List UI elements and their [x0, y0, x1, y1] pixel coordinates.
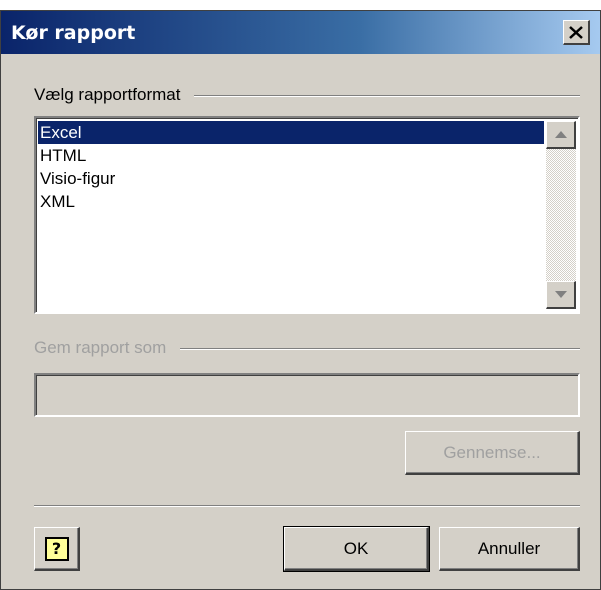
ok-button[interactable]: OK	[283, 526, 430, 572]
background-strip	[0, 0, 601, 10]
button-separator	[34, 505, 580, 507]
format-list: Excel HTML Visio-figur XML	[38, 121, 544, 213]
list-item-excel[interactable]: Excel	[38, 121, 544, 144]
close-button[interactable]	[563, 20, 590, 45]
arrow-up-icon	[554, 131, 567, 138]
help-button[interactable]: ?	[34, 527, 80, 571]
format-scrollbar[interactable]	[546, 121, 576, 309]
save-as-field[interactable]	[34, 373, 580, 417]
save-group-label: Gem rapport som	[34, 338, 181, 358]
scroll-down-button[interactable]	[546, 281, 576, 309]
run-report-dialog: Kør rapport Vælg rapportformat Excel HTM…	[0, 10, 601, 590]
arrow-down-icon	[554, 291, 567, 298]
dialog-title: Kør rapport	[11, 21, 136, 44]
scroll-up-button[interactable]	[546, 121, 576, 149]
cancel-button[interactable]: Annuller	[439, 527, 580, 571]
help-glyph: ?	[51, 539, 62, 558]
list-item-html[interactable]: HTML	[38, 144, 544, 167]
format-group-label: Vælg rapportformat	[34, 85, 195, 105]
list-item-xml[interactable]: XML	[38, 190, 544, 213]
format-listbox[interactable]: Excel HTML Visio-figur XML	[34, 116, 580, 314]
help-icon: ?	[44, 536, 69, 561]
list-item-visio-figur[interactable]: Visio-figur	[38, 167, 544, 190]
close-icon	[569, 25, 583, 39]
title-bar[interactable]: Kør rapport	[1, 11, 600, 54]
browse-button[interactable]: Gennemse...	[405, 431, 580, 475]
